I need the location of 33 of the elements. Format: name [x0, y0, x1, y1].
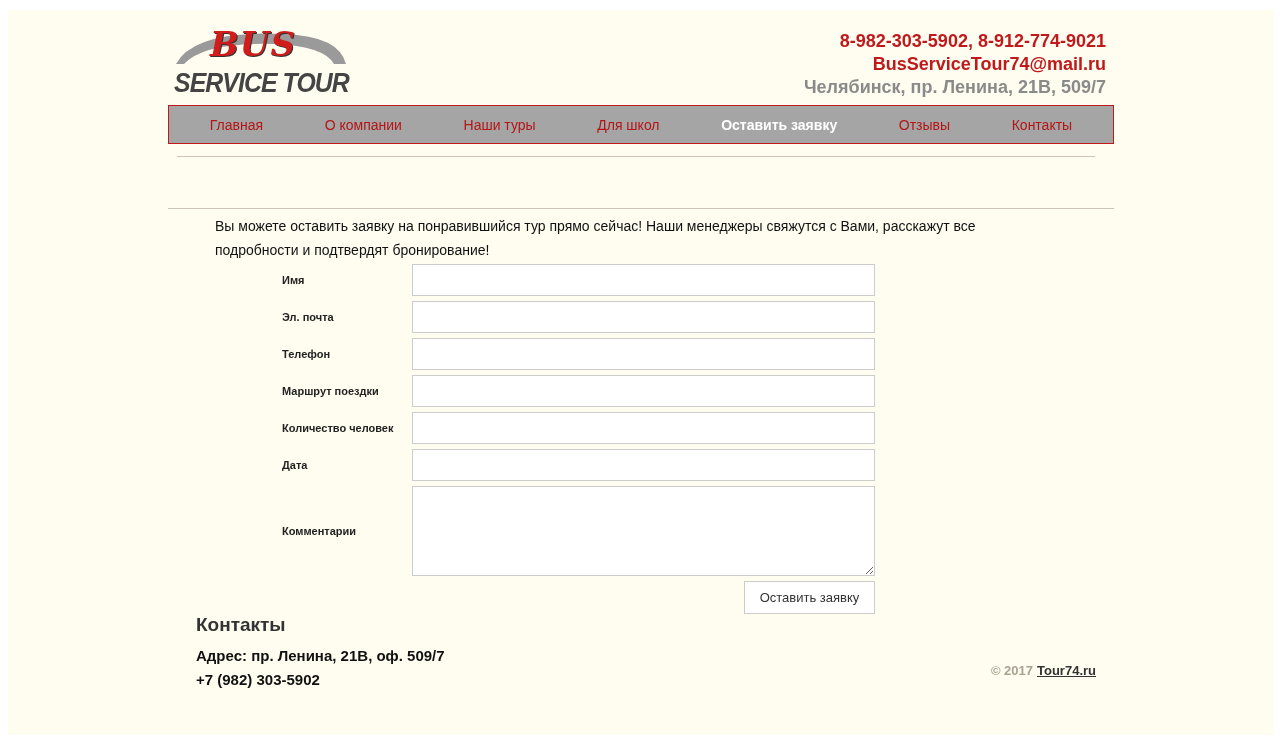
- field-label: Дата: [282, 459, 309, 471]
- site-link[interactable]: Tour74.ru: [1037, 663, 1096, 678]
- logo-text: SERVICE TOUR: [174, 68, 349, 99]
- nav-link[interactable]: О компании: [324, 116, 402, 133]
- field-label: Комментарии: [282, 525, 358, 537]
- input-field[interactable]: [412, 449, 875, 481]
- submit-button[interactable]: Оставить заявку: [744, 581, 875, 614]
- email: BusServiceTour74@mail.ru: [872, 53, 1106, 76]
- address: Адрес: пр. Ленина, 21В, оф. 509/7: [196, 646, 445, 666]
- field-label: Маршрут поездки: [282, 385, 380, 397]
- nav-link[interactable]: Отзывы: [898, 116, 951, 133]
- nav-link[interactable]: Для школ: [597, 116, 660, 133]
- field-label: Эл. почта: [282, 311, 335, 323]
- input-field[interactable]: [412, 301, 875, 333]
- copyright: © 2017: [990, 663, 1033, 678]
- nav-link[interactable]: Контакты: [1011, 116, 1073, 133]
- contacts-title: Контакты: [196, 614, 287, 636]
- address: Челябинск, пр. Ленина, 21В, 509/7: [803, 76, 1106, 99]
- input-field[interactable]: [412, 338, 875, 370]
- field-label: Количество человек: [282, 422, 395, 434]
- phone-number: +7 (982) 303-5902: [196, 670, 321, 690]
- field-label: Имя: [282, 274, 306, 286]
- comment-field[interactable]: [412, 486, 875, 576]
- input-field[interactable]: [412, 375, 875, 407]
- input-field[interactable]: [412, 412, 875, 444]
- nav-link[interactable]: Главная: [209, 116, 264, 133]
- intro-text: Вы можете оставить заявку на понравившийся тур прямо сейчас! Наши менеджеры свяжутся с Вами, расскажут все подробности и подтвердят бронирование!: [215, 217, 977, 260]
- input-field[interactable]: [412, 264, 875, 296]
- nav-link[interactable]: Наши туры: [463, 116, 536, 133]
- nav-link[interactable]: Оставить заявку: [721, 116, 838, 133]
- field-label: Телефон: [282, 348, 332, 360]
- phone-numbers: 8-982-303-5902, 8-912-774-9021: [839, 30, 1106, 53]
- logo-text: BUS: [210, 24, 296, 64]
